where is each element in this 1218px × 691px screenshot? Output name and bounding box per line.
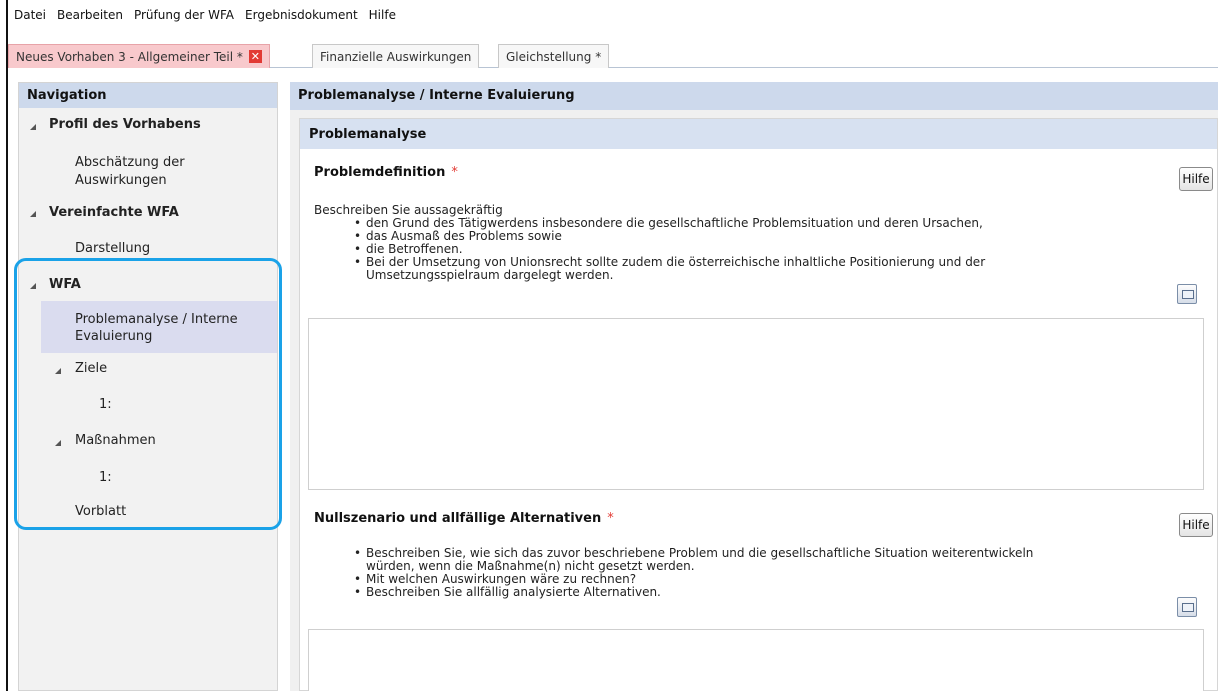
menubar: Datei Bearbeiten Prüfung der WFA Ergebni…: [8, 0, 1218, 32]
help-button[interactable]: Hilfe: [1179, 167, 1213, 191]
problemanalyse-section: Problemanalyse Problemdefinition * Hilfe …: [299, 118, 1218, 691]
expand-editor-icon[interactable]: [1177, 597, 1197, 617]
nullszenario-label: Nullszenario und allfällige Alternativen…: [314, 511, 614, 526]
problemdefinition-description: Beschreiben Sie aussagekräftig den Grund…: [314, 204, 1164, 282]
expand-triangle-icon[interactable]: [30, 211, 36, 217]
tab-label: Neues Vorhaben 3 - Allgemeiner Teil *: [16, 49, 243, 64]
tab-label: Gleichstellung *: [506, 49, 602, 64]
menu-pruefung[interactable]: Prüfung der WFA: [134, 8, 234, 22]
nullszenario-description: Beschreiben Sie, wie sich das zuvor besc…: [354, 547, 1164, 600]
tab-finanzielle-auswirkungen[interactable]: Finanzielle Auswirkungen: [312, 44, 480, 68]
problemdefinition-label: Problemdefinition *: [314, 165, 458, 180]
highlight-annotation: [14, 258, 282, 530]
continuation-text: Umsetzungsspielraum dargelegt werden.: [366, 268, 614, 282]
tab-label: Finanzielle Auswirkungen: [320, 49, 472, 64]
tab-allgemeiner-teil[interactable]: Neues Vorhaben 3 - Allgemeiner Teil * ✕: [8, 44, 270, 68]
expand-triangle-icon[interactable]: [30, 124, 36, 130]
nav-item-abschaetzung-2[interactable]: Auswirkungen: [75, 173, 167, 188]
window-border: [6, 0, 8, 691]
main-panel: Problemanalyse / Interne Evaluierung Pro…: [290, 82, 1218, 691]
menu-ergebnisdokument[interactable]: Ergebnisdokument: [245, 8, 358, 22]
list-item: Beschreiben Sie allfällig analysierte Al…: [354, 586, 1164, 600]
continuation-text: würden, wenn die Maßnahme(n) nicht geset…: [366, 559, 695, 573]
list-item-continuation: Umsetzungsspielraum dargelegt werden.: [354, 269, 1164, 282]
required-marker: *: [451, 165, 458, 180]
nav-item-darstellung[interactable]: Darstellung: [75, 241, 150, 256]
menu-bearbeiten[interactable]: Bearbeiten: [57, 8, 123, 22]
description-list: den Grund des Tätigwerdens insbesondere …: [354, 217, 1164, 282]
problemdefinition-textarea[interactable]: [308, 318, 1204, 490]
menu-hilfe[interactable]: Hilfe: [369, 8, 396, 22]
help-button[interactable]: Hilfe: [1179, 513, 1213, 537]
navigation-title: Navigation: [19, 83, 277, 108]
menu-datei[interactable]: Datei: [14, 8, 46, 22]
nav-item-abschaetzung[interactable]: Abschätzung der: [75, 155, 185, 170]
tab-strip: Neues Vorhaben 3 - Allgemeiner Teil * ✕ …: [8, 44, 1218, 68]
close-icon[interactable]: ✕: [248, 50, 262, 63]
field-label-text: Problemdefinition: [314, 165, 446, 180]
tab-gleichstellung[interactable]: Gleichstellung *: [498, 44, 610, 68]
description-list: Beschreiben Sie, wie sich das zuvor besc…: [354, 547, 1164, 600]
section-title: Problemanalyse: [300, 119, 1217, 149]
list-item: das Ausmaß des Problems sowie: [354, 230, 1164, 244]
page-title: Problemanalyse / Interne Evaluierung: [290, 82, 1218, 110]
nav-item-profil[interactable]: Profil des Vorhabens: [49, 117, 201, 132]
field-label-text: Nullszenario und allfällige Alternativen: [314, 511, 602, 526]
expand-editor-icon[interactable]: [1177, 284, 1197, 304]
nullszenario-textarea[interactable]: [308, 629, 1204, 691]
nav-item-vereinfachte-wfa[interactable]: Vereinfachte WFA: [49, 205, 179, 220]
required-marker: *: [607, 511, 614, 526]
